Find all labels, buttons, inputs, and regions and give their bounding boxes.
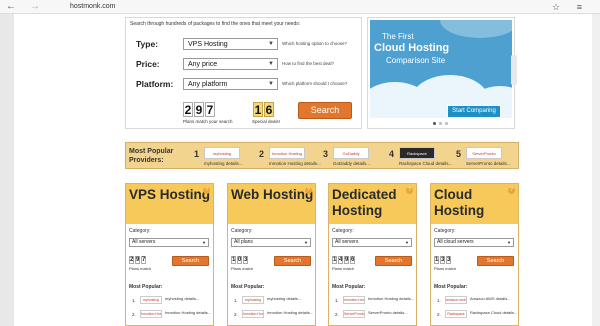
plans-counter: 2 9 7 [183, 102, 215, 120]
plans-counter: 103 [231, 256, 248, 264]
category-select[interactable]: All servers ▼ [129, 238, 209, 247]
chevron-down-icon: ▼ [268, 41, 274, 47]
type-label: Type: [136, 39, 159, 49]
vps-hosting-card: VPS Hosting? Category: All servers ▼ 297 … [125, 183, 214, 326]
carousel-dots[interactable] [433, 122, 448, 125]
platform-help-link[interactable]: Which platform should I choose? [282, 81, 347, 86]
plans-digit: 2 [183, 102, 193, 117]
help-icon[interactable]: ? [508, 187, 515, 194]
provider-logo: Rackspace [399, 147, 435, 159]
chevron-down-icon: ▼ [304, 240, 308, 245]
provider-logo: ServerPronto [466, 147, 502, 159]
plans-digit: 7 [205, 102, 215, 117]
forward-icon[interactable]: → [30, 0, 40, 14]
plans-counter: 1496 [332, 256, 355, 264]
search-button[interactable]: Search [298, 102, 352, 119]
category-select[interactable]: All plans ▼ [231, 238, 311, 247]
popular-item[interactable]: 2.Inmotion HostingInmotion Hosting detai… [132, 310, 212, 320]
banner-line2: Cloud Hosting [374, 42, 450, 54]
chevron-down-icon: ▼ [202, 240, 206, 245]
start-comparing-button[interactable]: Start Comparing [447, 105, 501, 118]
popular-item[interactable]: 1. myhosting myhosting details... [234, 296, 314, 306]
card-title[interactable]: Web Hosting [231, 187, 313, 203]
plans-caption: Plans match your search [183, 119, 233, 124]
scrollbar[interactable] [592, 14, 600, 326]
platform-label: Platform: [136, 79, 174, 89]
type-select[interactable]: VPS Hosting ▼ [183, 38, 278, 50]
card-search-button[interactable]: Search [274, 256, 311, 266]
banner-line1: The First [382, 32, 414, 41]
provider-logo: GoDaddy [333, 147, 369, 159]
chevron-down-icon: ▼ [507, 240, 511, 245]
price-select[interactable]: Any price ▼ [183, 58, 278, 70]
help-icon[interactable]: ? [203, 187, 210, 194]
chevron-down-icon: ▼ [268, 81, 274, 87]
card-search-button[interactable]: Search [477, 256, 514, 266]
favorite-star-icon[interactable]: ☆ [552, 0, 560, 14]
left-margin [0, 14, 14, 326]
card-search-button[interactable]: Search [172, 256, 209, 266]
banner-image: The First Cloud Hosting Comparison Site … [370, 20, 512, 118]
deals-caption[interactable]: Special deals! [252, 119, 280, 124]
cloud-hosting-card: Cloud Hosting? Category: All cloud serve… [430, 183, 519, 326]
address-bar[interactable]: hostmonk.com [70, 0, 116, 14]
category-select[interactable]: All servers ▼ [332, 238, 412, 247]
menu-icon[interactable]: ≡ [577, 0, 582, 14]
promo-banner: The First Cloud Hosting Comparison Site … [367, 17, 515, 129]
browser-toolbar: ← → hostmonk.com ☆ ≡ [0, 0, 600, 14]
popular-item[interactable]: 2. ServerPronto ServerPronto details... [335, 310, 415, 320]
search-panel: Search through hundreds of packages to f… [125, 17, 362, 129]
price-help-link[interactable]: How to find the best deal? [282, 61, 334, 66]
chevron-down-icon: ▼ [405, 240, 409, 245]
deals-digit: 1 [253, 102, 263, 117]
popular-providers-bar: Most Popular Providers: 1 myhosting myho… [125, 142, 519, 169]
plans-digit: 9 [194, 102, 204, 117]
card-title[interactable]: VPS Hosting [129, 187, 210, 203]
help-icon[interactable]: ? [406, 187, 413, 194]
chevron-down-icon: ▼ [268, 61, 274, 67]
category-select[interactable]: All cloud servers ▼ [434, 238, 514, 247]
price-label: Price: [136, 59, 160, 69]
deals-digit: 6 [264, 102, 274, 117]
plans-counter: 133 [434, 256, 451, 264]
popular-item[interactable]: 2. Rackspace Rackspace Cloud details... [437, 310, 517, 320]
type-help-link[interactable]: Which hosting option to choose? [282, 41, 347, 46]
providers-title: Most Popular Providers: [129, 148, 174, 164]
provider-logo: myhosting [204, 147, 240, 159]
card-search-button[interactable]: Search [375, 256, 412, 266]
card-title[interactable]: Cloud Hosting [434, 187, 494, 219]
popular-item[interactable]: 2.Inmotion HostingInmotion Hosting detai… [234, 310, 314, 320]
platform-select[interactable]: Any platform ▼ [183, 78, 278, 90]
banner-line3: Comparison Site [386, 56, 446, 65]
popular-item[interactable]: 1.amazon web servicesAmazon AWS details.… [437, 296, 517, 306]
plans-counter: 297 [129, 256, 146, 264]
carousel-next-handle[interactable] [511, 55, 517, 85]
back-icon[interactable]: ← [6, 0, 16, 14]
web-hosting-card: Web Hosting? Category: All plans ▼ 103 Pl… [227, 183, 316, 326]
help-icon[interactable]: ? [305, 187, 312, 194]
popular-item[interactable]: 1.Inmotion HostingInmotion Hosting detai… [335, 296, 415, 306]
search-intro: Search through hundreds of packages to f… [130, 21, 301, 27]
provider-logo: Inmotion Hosting [269, 147, 305, 159]
card-title[interactable]: Dedicated Hosting [332, 187, 412, 219]
popular-item[interactable]: 1. myhosting myhosting details... [132, 296, 212, 306]
dedicated-hosting-card: Dedicated Hosting? Category: All servers… [328, 183, 417, 326]
deals-counter: 1 6 [253, 102, 274, 120]
